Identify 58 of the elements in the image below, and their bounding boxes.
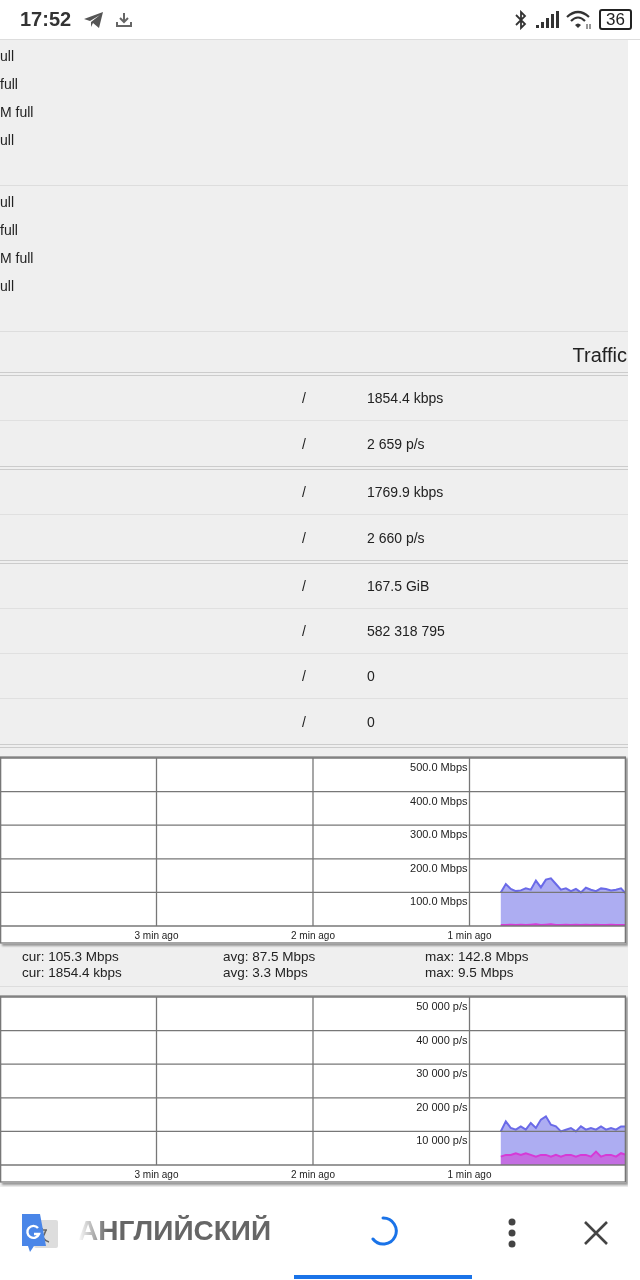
table-cell: 2 659 p/s	[367, 435, 425, 452]
axis-label: 2 min ago	[291, 1169, 335, 1180]
axis-label: 10 000 p/s	[416, 1134, 468, 1147]
table-cell: 0	[367, 713, 375, 730]
axis-label: 300.0 Mbps	[410, 828, 468, 841]
memory-label: M full	[0, 103, 35, 122]
stat-value: avg: 3.3 Mbps	[223, 965, 309, 981]
memory-label: full	[0, 75, 19, 94]
table-cell-text: /	[302, 435, 307, 452]
axis-label: 100.0 Mbps	[410, 895, 468, 908]
axis-label: 1 min ago	[447, 1169, 492, 1180]
table-cell: 2 660 p/s	[367, 529, 425, 546]
stat-value: max: 142.8 Mbps	[425, 949, 529, 965]
axis-label: 2 min ago	[291, 930, 335, 941]
table-cell: 1854.4 kbps	[367, 390, 444, 406]
axis-label: 50 000 p/s	[416, 1000, 468, 1012]
stat-value: avg: 87.5 Mbps	[223, 949, 317, 965]
table-cell-text: /	[302, 713, 307, 730]
section-title: Traffic	[572, 344, 627, 368]
axis-label: 20 000 p/s	[416, 1100, 468, 1113]
memory-label: ull	[0, 131, 15, 150]
table-cell-text: /	[302, 668, 307, 684]
memory-label: M full	[0, 249, 35, 268]
clock-time: 17:52	[20, 8, 72, 31]
table-cell: 582 318 795	[367, 623, 445, 639]
table-cell-text: /	[302, 390, 307, 406]
axis-label: 500.0 Mbps	[410, 761, 468, 773]
bluetooth-icon	[514, 9, 529, 30]
battery-level: 36	[599, 9, 632, 30]
axis-label: 200.0 Mbps	[410, 861, 468, 874]
download-icon	[115, 10, 134, 29]
translate-icon	[20, 1212, 60, 1254]
axis-label: 3 min ago	[134, 1169, 179, 1180]
close-icon	[583, 1220, 609, 1246]
table-cell: 0	[367, 668, 375, 684]
stat-value: cur: 1854.4 kbps	[22, 965, 123, 981]
language-tab[interactable]: АНГЛИЙСКИЙ	[60, 1187, 294, 1279]
stat-value: max: 9.5 Mbps	[425, 965, 514, 981]
signal-icon	[535, 10, 560, 29]
memory-label: ull	[0, 47, 15, 66]
memory-label: ull	[0, 193, 15, 212]
more-icon	[507, 1218, 517, 1248]
axis-label: 3 min ago	[134, 930, 179, 941]
table-cell: 1769.9 kbps	[367, 484, 444, 500]
table-cell-text: /	[302, 623, 307, 639]
table-cell-text: /	[302, 578, 307, 594]
table-cell-text: /	[302, 529, 307, 546]
memory-label: full	[0, 221, 19, 240]
paper-plane-icon	[83, 9, 106, 30]
table-cell-text: /	[302, 484, 307, 500]
memory-label: ull	[0, 277, 15, 296]
table-cell: 167.5 GiB	[367, 578, 430, 594]
axis-label: 30 000 p/s	[416, 1067, 468, 1080]
stat-value: cur: 105.3 Mbps	[22, 949, 120, 965]
axis-label: 1 min ago	[447, 930, 492, 941]
axis-label: 40 000 p/s	[416, 1033, 468, 1046]
axis-label: 400.0 Mbps	[410, 794, 468, 807]
wifi-icon	[566, 9, 593, 30]
